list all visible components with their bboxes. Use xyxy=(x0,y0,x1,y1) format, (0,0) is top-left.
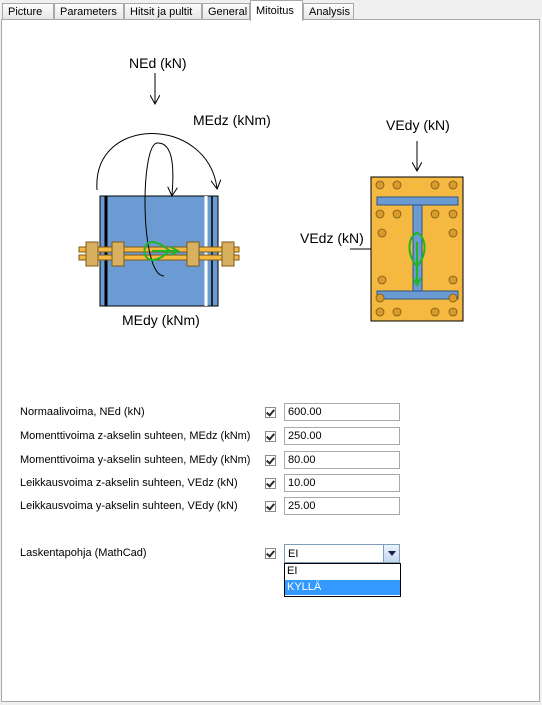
tab-general[interactable]: General xyxy=(202,3,250,19)
vedz-input[interactable]: 10.00 xyxy=(284,474,400,492)
medz-arc xyxy=(96,133,217,191)
chevron-down-icon[interactable] xyxy=(383,545,399,562)
method-select[interactable]: EI xyxy=(284,544,400,563)
medy-field-label: Momenttivoima y-akselin suhteen, MEdy (k… xyxy=(20,454,251,466)
vedz-checkbox[interactable] xyxy=(265,478,276,489)
vedy-checkbox[interactable] xyxy=(265,501,276,512)
vedy-label: VEdy (kN) xyxy=(386,117,450,133)
method-field-label: Laskentapohja (MathCad) xyxy=(20,547,147,559)
method-checkbox[interactable] xyxy=(265,548,276,559)
ned-checkbox[interactable] xyxy=(265,407,276,418)
method-dropdown-list: EI KYLLÄ xyxy=(284,563,401,597)
medz-field-label: Momenttivoima z-akselin suhteen, MEdz (k… xyxy=(20,430,251,442)
method-selected-value: EI xyxy=(288,548,299,560)
tab-analysis[interactable]: Analysis xyxy=(303,3,354,19)
medz-label: MEdz (kNm) xyxy=(193,112,271,128)
medy-label: MEdy (kNm) xyxy=(122,312,200,328)
tab-hitsit-ja-pultit[interactable]: Hitsit ja pultit xyxy=(124,3,202,19)
tab-parameters[interactable]: Parameters xyxy=(54,3,124,19)
method-option-ei[interactable]: EI xyxy=(285,564,400,579)
vedy-field-label: Leikkausvoima y-akselin suhteen, VEdy (k… xyxy=(20,500,238,512)
vedy-input[interactable]: 25.00 xyxy=(284,497,400,515)
mitoitus-panel: NEd (kN) MEdz (kNm) MEdy (kNm) VEdy (kN)… xyxy=(1,19,540,702)
method-option-kylla[interactable]: KYLLÄ xyxy=(285,580,400,595)
connection-diagram xyxy=(78,73,464,322)
ned-label: NEd (kN) xyxy=(129,55,187,71)
medz-checkbox[interactable] xyxy=(265,431,276,442)
tab-mitoitus[interactable]: Mitoitus xyxy=(250,0,303,21)
vedz-field-label: Leikkausvoima z-akselin suhteen, VEdz (k… xyxy=(20,477,238,489)
ned-field-label: Normaalivoima, NEd (kN) xyxy=(20,406,145,418)
medy-input[interactable]: 80.00 xyxy=(284,451,400,469)
medy-checkbox[interactable] xyxy=(265,455,276,466)
tab-picture[interactable]: Picture xyxy=(2,3,54,19)
ned-input[interactable]: 600.00 xyxy=(284,403,400,421)
vedz-label: VEdz (kN) xyxy=(300,230,364,246)
medz-input[interactable]: 250.00 xyxy=(284,427,400,445)
